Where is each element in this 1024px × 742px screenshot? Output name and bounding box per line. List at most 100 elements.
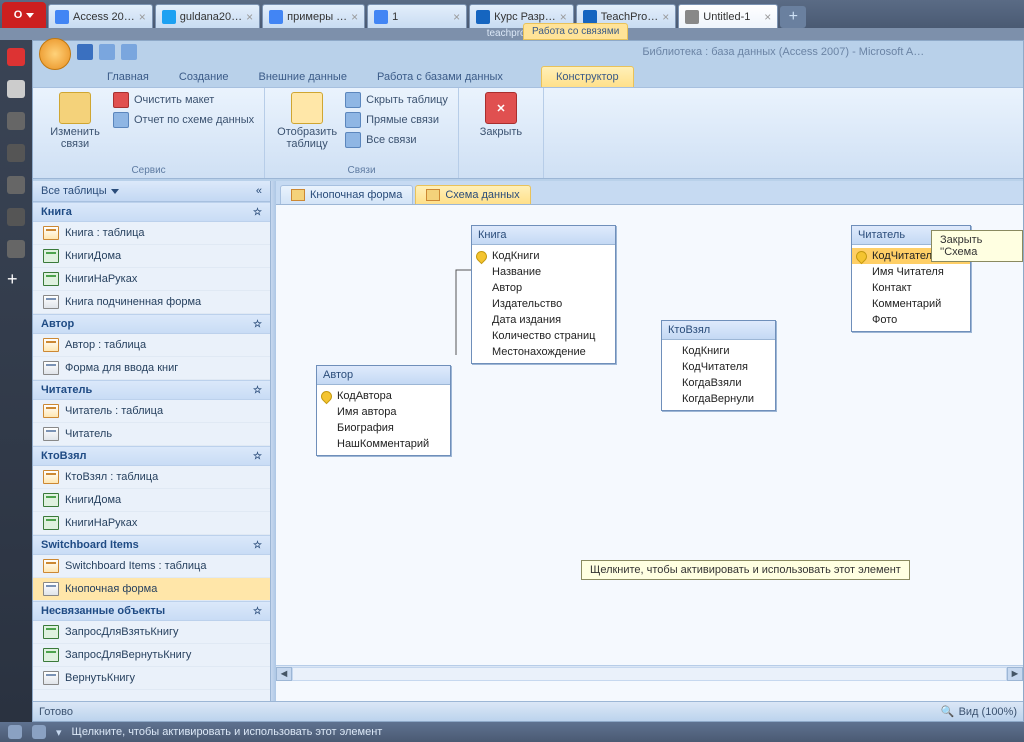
- nav-item[interactable]: ЗапросДляВернутьКнигу: [33, 644, 270, 667]
- save-icon[interactable]: [77, 44, 93, 60]
- relationship-report-button[interactable]: Отчет по схеме данных: [113, 112, 254, 128]
- table-field[interactable]: Количество страниц: [472, 328, 615, 344]
- nav-item[interactable]: ЗапросДляВзятьКнигу: [33, 621, 270, 644]
- zoom-control[interactable]: 🔍 Вид (100%): [941, 705, 1017, 718]
- nav-item[interactable]: КнигиНаРуках: [33, 268, 270, 291]
- table-field[interactable]: НашКомментарий: [317, 436, 450, 452]
- nav-item[interactable]: Кнопочная форма: [33, 578, 270, 601]
- scroll-right-button[interactable]: ►: [1007, 667, 1023, 681]
- nav-group-header[interactable]: Несвязанные объекты☆: [33, 601, 270, 621]
- nav-item[interactable]: Читатель: [33, 423, 270, 446]
- direct-relationships-button[interactable]: Прямые связи: [345, 112, 448, 128]
- browser-tab[interactable]: примеры …×: [262, 4, 365, 28]
- ribbon-tab[interactable]: Создание: [165, 67, 243, 87]
- downloads-icon[interactable]: [7, 208, 25, 226]
- bookmarks-icon[interactable]: [7, 80, 25, 98]
- notes-icon[interactable]: [7, 176, 25, 194]
- nav-item[interactable]: Книга подчиненная форма: [33, 291, 270, 314]
- table-field[interactable]: Имя Читателя: [852, 264, 970, 280]
- ribbon-tab-constructor[interactable]: Конструктор: [541, 66, 634, 87]
- close-button[interactable]: ✕ Закрыть: [469, 92, 533, 138]
- table-field[interactable]: Фото: [852, 312, 970, 328]
- close-tab-icon[interactable]: ×: [246, 10, 253, 24]
- nav-item[interactable]: КнигиДома: [33, 489, 270, 512]
- table-kniga[interactable]: Книга КодКнигиНазваниеАвторИздательствоД…: [471, 225, 616, 364]
- redo-icon[interactable]: [121, 44, 137, 60]
- document-tab[interactable]: Схема данных: [415, 185, 530, 204]
- browser-tab[interactable]: guldana20…×: [155, 4, 260, 28]
- nav-item[interactable]: КнигиНаРуках: [33, 512, 270, 535]
- widgets-icon[interactable]: [7, 112, 25, 130]
- table-field[interactable]: КогдаВернули: [662, 391, 775, 407]
- address-bar[interactable]: teachpro.ru: [0, 28, 1024, 40]
- ribbon-tab[interactable]: Работа с базами данных: [363, 67, 517, 87]
- table-field[interactable]: Имя автора: [317, 404, 450, 420]
- hide-table-button[interactable]: Скрыть таблицу: [345, 92, 448, 108]
- table-ktovzyal[interactable]: КтоВзял КодКнигиКодЧитателяКогдаВзялиКог…: [661, 320, 776, 411]
- history-icon[interactable]: [7, 240, 25, 258]
- nav-item[interactable]: Switchboard Items : таблица: [33, 555, 270, 578]
- add-panel-icon[interactable]: +: [7, 272, 25, 290]
- close-tab-icon[interactable]: ×: [139, 10, 146, 24]
- all-relationships-button[interactable]: Все связи: [345, 132, 448, 148]
- nav-item[interactable]: Книга : таблица: [33, 222, 270, 245]
- table-field[interactable]: КодКниги: [662, 343, 775, 359]
- document-area: Кнопочная формаСхема данных Автор КодАвт…: [276, 181, 1023, 701]
- table-field[interactable]: КодКниги: [472, 248, 615, 264]
- close-tab-icon[interactable]: ×: [453, 10, 460, 24]
- document-tab[interactable]: Кнопочная форма: [280, 185, 413, 204]
- table-avtor[interactable]: Автор КодАвтораИмя автораБиографияНашКом…: [316, 365, 451, 456]
- table-field[interactable]: КодЧитателя: [662, 359, 775, 375]
- nav-group-header[interactable]: Читатель☆: [33, 380, 270, 400]
- ribbon-tab[interactable]: Главная: [93, 67, 163, 87]
- nav-item[interactable]: Форма для ввода книг: [33, 357, 270, 380]
- opera-menu-button[interactable]: O: [2, 2, 46, 28]
- nav-group-header[interactable]: Switchboard Items☆: [33, 535, 270, 555]
- nav-item[interactable]: КтоВзял : таблица: [33, 466, 270, 489]
- table-field[interactable]: Название: [472, 264, 615, 280]
- nav-item[interactable]: Читатель : таблица: [33, 400, 270, 423]
- browser-tab[interactable]: Untitled-1×: [678, 4, 778, 28]
- edit-relationships-button[interactable]: Изменить связи: [43, 92, 107, 150]
- close-tab-icon[interactable]: ×: [560, 10, 567, 24]
- table-field[interactable]: Биография: [317, 420, 450, 436]
- new-tab-button[interactable]: +: [780, 6, 806, 28]
- table-field[interactable]: Комментарий: [852, 296, 970, 312]
- horizontal-scrollbar[interactable]: ◄ ►: [276, 665, 1023, 681]
- table-field[interactable]: Издательство: [472, 296, 615, 312]
- table-field[interactable]: Автор: [472, 280, 615, 296]
- show-table-button[interactable]: Отобразить таблицу: [275, 92, 339, 150]
- office-button[interactable]: [39, 38, 71, 70]
- table-title[interactable]: КтоВзял: [662, 321, 775, 340]
- table-field[interactable]: КодАвтора: [317, 388, 450, 404]
- nav-item[interactable]: КнигиДома: [33, 245, 270, 268]
- status-icon[interactable]: [32, 725, 46, 739]
- panel-icon[interactable]: [7, 48, 25, 66]
- nav-group-header[interactable]: Книга☆: [33, 202, 270, 222]
- nav-item[interactable]: ВернутьКнигу: [33, 667, 270, 690]
- browser-tab[interactable]: Access 20…×: [48, 4, 153, 28]
- clear-layout-button[interactable]: Очистить макет: [113, 92, 254, 108]
- close-tab-icon[interactable]: ×: [764, 10, 771, 24]
- nav-group-header[interactable]: Автор☆: [33, 314, 270, 334]
- table-title[interactable]: Книга: [472, 226, 615, 245]
- table-title[interactable]: Автор: [317, 366, 450, 385]
- table-field[interactable]: Контакт: [852, 280, 970, 296]
- status-icon[interactable]: [8, 725, 22, 739]
- sync-icon[interactable]: [7, 144, 25, 162]
- nav-item[interactable]: Автор : таблица: [33, 334, 270, 357]
- browser-tab[interactable]: 1×: [367, 4, 467, 28]
- undo-icon[interactable]: [99, 44, 115, 60]
- browser-side-panel: +: [0, 40, 32, 722]
- close-tab-icon[interactable]: ×: [662, 10, 669, 24]
- ribbon-tab[interactable]: Внешние данные: [245, 67, 361, 87]
- nav-group-header[interactable]: КтоВзял☆: [33, 446, 270, 466]
- table-field[interactable]: КогдаВзяли: [662, 375, 775, 391]
- close-tab-icon[interactable]: ×: [351, 10, 358, 24]
- table-field[interactable]: Дата издания: [472, 312, 615, 328]
- browser-status-bar: ▾ Щелкните, чтобы активировать и использ…: [0, 722, 1024, 742]
- scroll-left-button[interactable]: ◄: [276, 667, 292, 681]
- table-field[interactable]: Местонахождение: [472, 344, 615, 360]
- nav-pane-header[interactable]: Все таблицы «: [33, 181, 270, 202]
- relationships-diagram[interactable]: Автор КодАвтораИмя автораБиографияНашКом…: [276, 205, 1023, 701]
